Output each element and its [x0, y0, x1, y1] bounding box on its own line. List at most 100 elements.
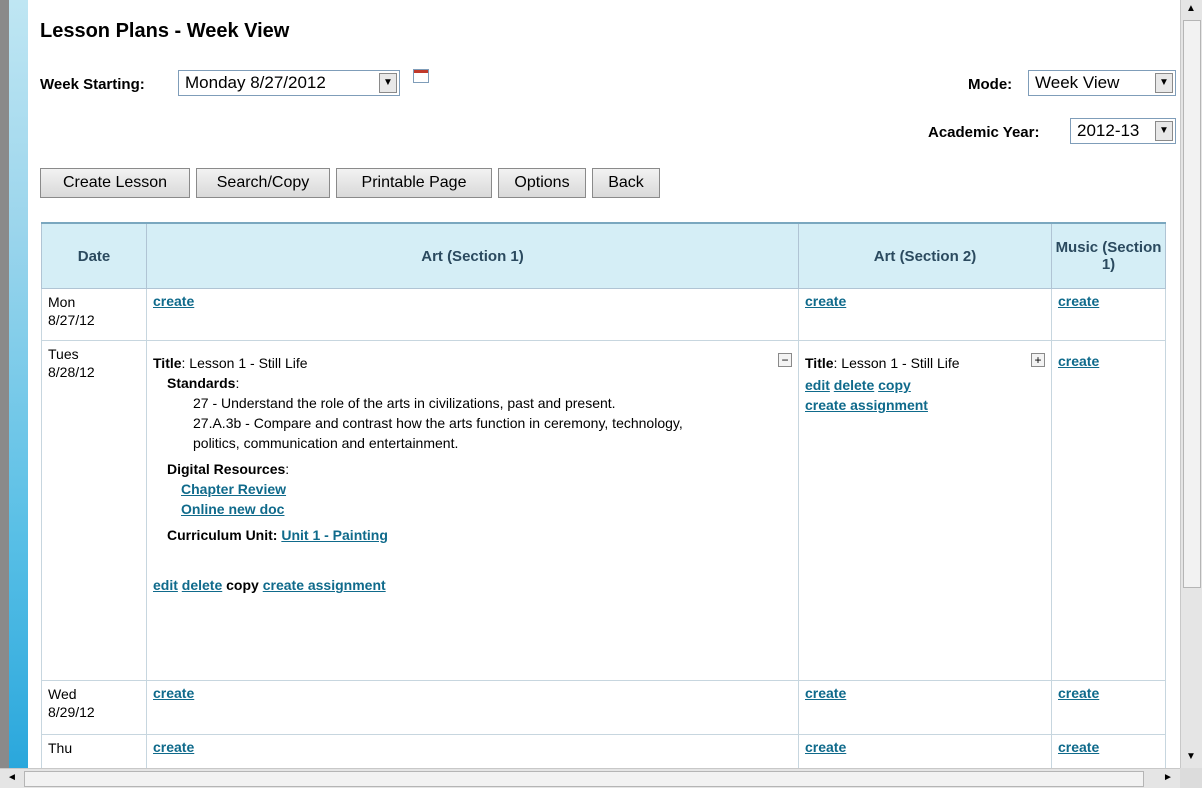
week-starting-label: Week Starting:: [40, 76, 145, 93]
create-link[interactable]: create: [1058, 353, 1099, 369]
mode-value: Week View: [1035, 73, 1120, 92]
resource-link[interactable]: Online new doc: [181, 501, 284, 517]
page-title: Lesson Plans - Week View: [40, 20, 290, 42]
header-area: Lesson Plans - Week View Week Starting: …: [28, 0, 1180, 220]
art1-cell: create: [146, 734, 799, 768]
title-label: Title: [153, 355, 182, 371]
header-date: Date: [41, 222, 147, 289]
lesson-details: − Title: Lesson 1 - Still Life Standards…: [153, 345, 792, 653]
digital-resources-label: Digital Resources: [167, 461, 286, 477]
scroll-up-icon[interactable]: ▲: [1181, 0, 1201, 18]
lesson-title: : Lesson 1 - Still Life: [833, 355, 960, 371]
academic-year-value: 2012-13: [1077, 121, 1140, 140]
edit-link[interactable]: edit: [153, 577, 178, 593]
table-row: Tues 8/28/12 − Title: Lesson 1 - Still L…: [41, 340, 1166, 681]
standard-item: 27.A.3b - Compare and contrast how the a…: [193, 415, 683, 451]
create-link[interactable]: create: [805, 685, 846, 701]
standard-item: 27 - Understand the role of the arts in …: [193, 395, 616, 411]
standards-label: Standards: [167, 375, 236, 391]
create-link[interactable]: create: [805, 293, 846, 309]
date-label: 8/28/12: [48, 364, 95, 380]
create-link[interactable]: create: [805, 739, 846, 755]
create-assignment-link[interactable]: create assignment: [805, 397, 928, 413]
page-content: Lesson Plans - Week View Week Starting: …: [28, 0, 1180, 768]
lesson-plan-table: Date Art (Section 1) Art (Section 2) Mus…: [41, 222, 1166, 768]
art1-cell: create: [146, 680, 799, 735]
lesson-summary: + Title: Lesson 1 - Still Life edit dele…: [805, 345, 1045, 415]
date-label: 8/27/12: [48, 312, 95, 328]
create-link[interactable]: create: [1058, 685, 1099, 701]
calendar-icon[interactable]: [413, 69, 429, 83]
chevron-down-icon[interactable]: ▼: [1155, 121, 1173, 141]
vertical-scroll-thumb[interactable]: [1183, 20, 1201, 588]
create-lesson-button[interactable]: Create Lesson: [40, 168, 190, 198]
week-starting-select[interactable]: Monday 8/27/2012 ▼: [178, 70, 400, 96]
horizontal-scrollbar[interactable]: ◄ ►: [0, 768, 1180, 788]
mode-select[interactable]: Week View ▼: [1028, 70, 1176, 96]
date-cell: Mon 8/27/12: [41, 288, 147, 341]
copy-link[interactable]: copy: [226, 577, 259, 593]
digital-resources-colon: :: [285, 461, 290, 477]
music1-cell: create: [1051, 288, 1166, 341]
window-left-border: [0, 0, 9, 788]
art2-cell: create: [798, 680, 1052, 735]
back-button[interactable]: Back: [592, 168, 660, 198]
collapse-icon[interactable]: −: [778, 353, 792, 367]
scroll-down-icon[interactable]: ▼: [1181, 748, 1201, 766]
printable-page-button[interactable]: Printable Page: [336, 168, 492, 198]
header-art-section-2: Art (Section 2): [798, 222, 1052, 289]
standards-colon: :: [235, 375, 240, 391]
chevron-down-icon[interactable]: ▼: [379, 73, 397, 93]
table-row: Thu create create create: [41, 734, 1166, 768]
music1-cell: create: [1051, 734, 1166, 768]
chevron-down-icon[interactable]: ▼: [1155, 73, 1173, 93]
table-row: Wed 8/29/12 create create create: [41, 680, 1166, 735]
create-link[interactable]: create: [153, 293, 194, 309]
scrollbar-corner: [1180, 768, 1202, 788]
table-header-row: Date Art (Section 1) Art (Section 2) Mus…: [41, 222, 1166, 289]
copy-link[interactable]: copy: [878, 377, 911, 393]
title-label: Title: [805, 355, 834, 371]
week-starting-value: Monday 8/27/2012: [185, 73, 326, 92]
horizontal-scroll-thumb[interactable]: [24, 771, 1144, 787]
day-label: Wed: [48, 686, 77, 702]
mode-label: Mode:: [968, 76, 1013, 93]
expand-icon[interactable]: +: [1031, 353, 1045, 367]
day-label: Thu: [48, 740, 73, 756]
search-copy-button[interactable]: Search/Copy: [196, 168, 330, 198]
edit-link[interactable]: edit: [805, 377, 830, 393]
scroll-right-icon[interactable]: ►: [1158, 769, 1178, 787]
art1-cell: create: [146, 288, 799, 341]
lesson-title: : Lesson 1 - Still Life: [181, 355, 308, 371]
create-link[interactable]: create: [153, 739, 194, 755]
date-cell: Wed 8/29/12: [41, 680, 147, 735]
curriculum-unit-label: Curriculum Unit:: [167, 527, 278, 543]
delete-link[interactable]: delete: [834, 377, 874, 393]
day-label: Mon: [48, 294, 76, 310]
create-assignment-link[interactable]: create assignment: [263, 577, 386, 593]
header-music-section-1: Music (Section 1): [1051, 222, 1166, 289]
date-cell: Tues 8/28/12: [41, 340, 147, 681]
academic-year-select[interactable]: 2012-13 ▼: [1070, 118, 1176, 144]
resource-link[interactable]: Chapter Review: [181, 481, 286, 497]
left-decorative-stripe: [9, 0, 28, 768]
create-link[interactable]: create: [153, 685, 194, 701]
vertical-scrollbar[interactable]: ▲ ▼: [1180, 0, 1202, 768]
art2-cell: + Title: Lesson 1 - Still Life edit dele…: [798, 340, 1052, 681]
academic-year-label: Academic Year:: [928, 124, 1040, 141]
art1-cell: − Title: Lesson 1 - Still Life Standards…: [146, 340, 799, 681]
music1-cell: create: [1051, 680, 1166, 735]
music1-cell: create: [1051, 340, 1166, 681]
delete-link[interactable]: delete: [182, 577, 222, 593]
date-cell: Thu: [41, 734, 147, 768]
day-label: Tues: [48, 346, 79, 362]
create-link[interactable]: create: [1058, 739, 1099, 755]
table-row: Mon 8/27/12 create create create: [41, 288, 1166, 341]
options-button[interactable]: Options: [498, 168, 586, 198]
scroll-left-icon[interactable]: ◄: [2, 769, 22, 787]
art2-cell: create: [798, 288, 1052, 341]
date-label: 8/29/12: [48, 704, 95, 720]
curriculum-unit-link[interactable]: Unit 1 - Painting: [281, 527, 388, 543]
create-link[interactable]: create: [1058, 293, 1099, 309]
art2-cell: create: [798, 734, 1052, 768]
